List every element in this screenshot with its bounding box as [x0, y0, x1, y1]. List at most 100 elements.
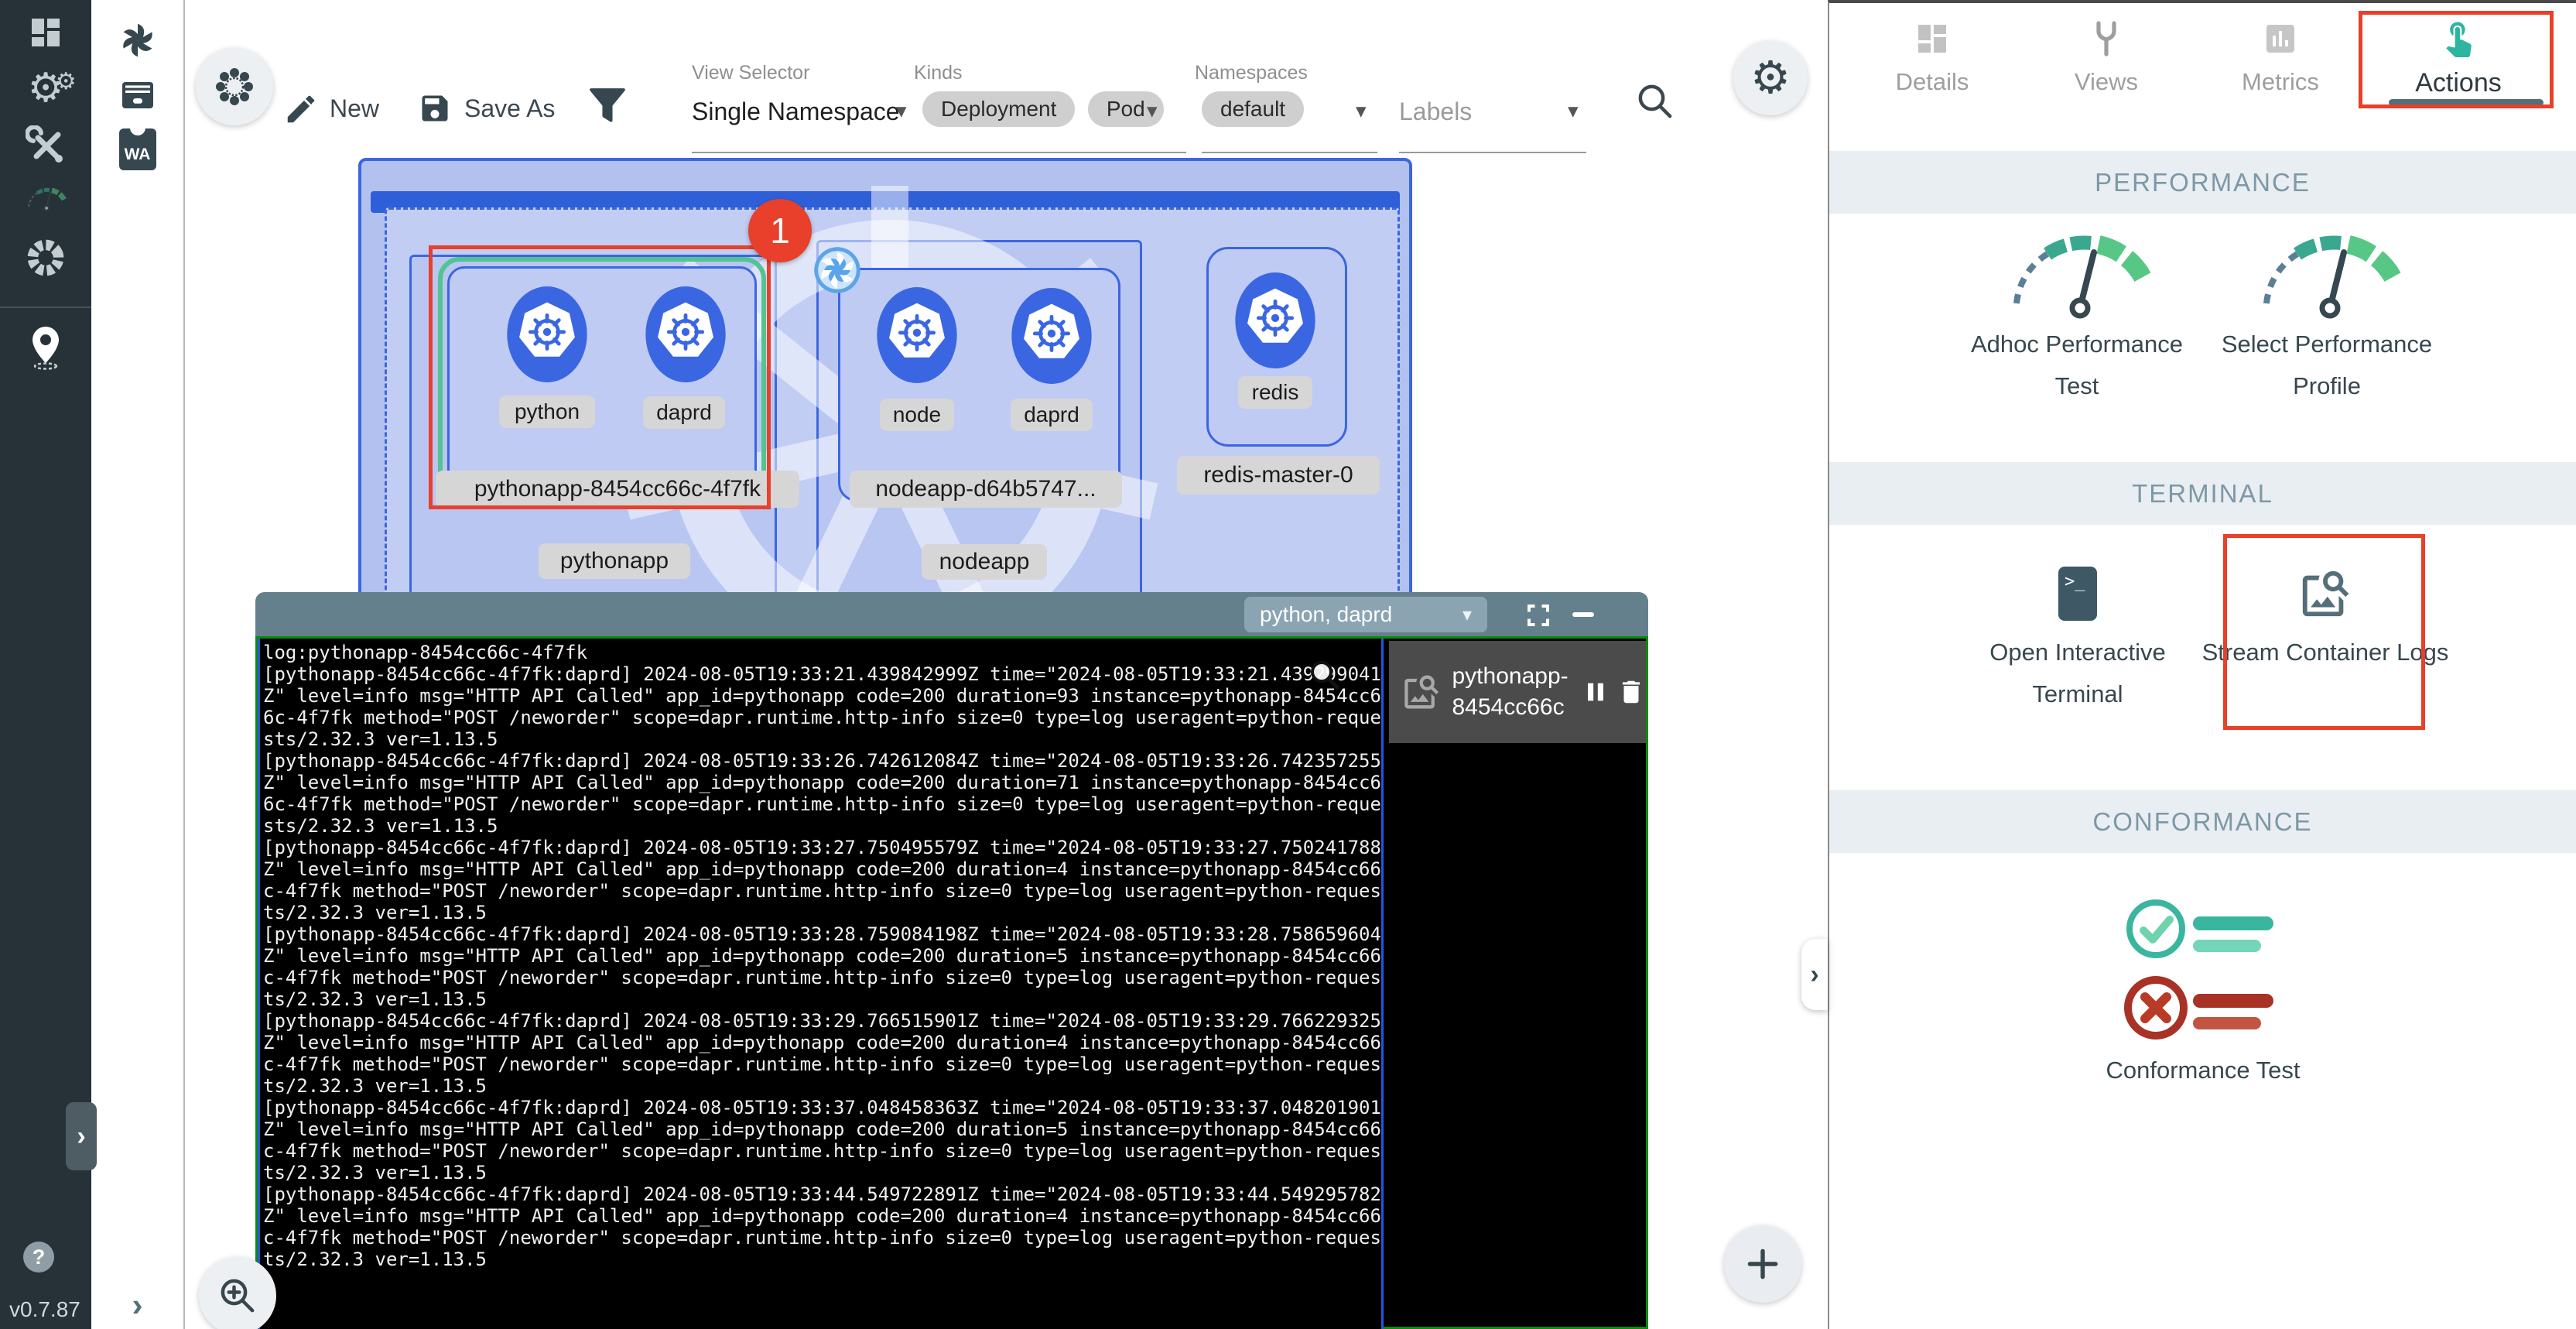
- namespaces-select[interactable]: default: [1202, 91, 1313, 127]
- save-as-label[interactable]: Save As: [464, 94, 555, 123]
- image-search-icon: [1401, 670, 1442, 714]
- labels-filter-placeholder[interactable]: Labels: [1399, 98, 1472, 126]
- terminal-prompt-icon: >_: [2065, 572, 2085, 621]
- container-daprd-icon[interactable]: [1011, 288, 1092, 384]
- tab-details[interactable]: Details: [1859, 20, 2006, 96]
- lifecycle-gears-icon[interactable]: ⚙⚙: [0, 68, 91, 108]
- panel-collapse-chevron[interactable]: ›: [1801, 939, 1828, 1010]
- open-interactive-terminal-label[interactable]: Open Interactive Terminal: [1950, 632, 2205, 715]
- namespaces-caret-icon[interactable]: ▾: [1356, 99, 1367, 123]
- help-question-icon: ?: [32, 1245, 46, 1269]
- minimize-icon[interactable]: [1572, 612, 1594, 617]
- snapshot-fab[interactable]: [196, 48, 273, 125]
- annotation-rect-3: [2223, 534, 2425, 730]
- section-header-terminal: TERMINAL: [1829, 462, 2576, 525]
- new-button-label[interactable]: New: [330, 94, 379, 123]
- view-selector-underline: [692, 152, 924, 153]
- log-entry: [pythonapp-8454cc66c-4f7fk:daprd] 2024-0…: [263, 1183, 1381, 1270]
- namespace-chip-default[interactable]: default: [1202, 91, 1304, 127]
- settings-fab[interactable]: ⚙: [1733, 41, 1808, 115]
- sidebar-divider: [0, 307, 91, 308]
- view-selector-value[interactable]: Single Namespace: [692, 98, 900, 126]
- add-fab[interactable]: [1724, 1225, 1801, 1303]
- app-version: v0.7.87: [9, 1297, 80, 1322]
- tab-label: Views: [2075, 68, 2138, 96]
- view-selector-label: View Selector: [692, 62, 809, 84]
- search-button[interactable]: [1634, 80, 1676, 126]
- container-selector-dropdown[interactable]: python, daprd ▾: [1244, 597, 1487, 632]
- session-name: pythonapp-8454cc66c: [1452, 661, 1572, 723]
- kinds-caret-icon[interactable]: ▾: [1147, 99, 1158, 123]
- views-branch-icon: [2088, 20, 2125, 57]
- zoom-cursor-icon: [1306, 656, 1343, 694]
- dashboard-icon[interactable]: [0, 14, 91, 51]
- container-redis-icon[interactable]: [1235, 272, 1315, 368]
- plus-icon: [1743, 1245, 1782, 1283]
- tab-metrics[interactable]: Metrics: [2207, 20, 2354, 96]
- sidebar-expand-chevron[interactable]: ›: [66, 1102, 97, 1170]
- search-icon: [1634, 80, 1676, 122]
- kinds-select[interactable]: Deployment Pod: [922, 91, 1173, 127]
- annotation-rect-1: [429, 245, 771, 509]
- kinds-underline: [922, 152, 1186, 153]
- kind-chip-deployment[interactable]: Deployment: [922, 91, 1075, 127]
- pause-icon[interactable]: [1582, 676, 1609, 707]
- archive-drawer-icon[interactable]: [91, 76, 183, 113]
- zoom-in-icon: [217, 1275, 258, 1317]
- pencil-icon: [283, 91, 319, 127]
- log-entry: [pythonapp-8454cc66c-4f7fk:daprd] 2024-0…: [263, 663, 1381, 750]
- adhoc-performance-test-label[interactable]: Adhoc Performance Test: [1952, 324, 2201, 407]
- conformance-test-button[interactable]: [2123, 898, 2286, 1057]
- chevron-right-icon: ›: [1810, 960, 1818, 990]
- select-performance-profile-button[interactable]: [2245, 226, 2409, 323]
- namespaces-label: Namespaces: [1195, 62, 1308, 84]
- details-panel: Details Views Metrics Actions PERFORMANC…: [1828, 0, 2576, 1329]
- wasm-extension-icon[interactable]: WA: [91, 128, 183, 170]
- filter-funnel-icon: [586, 84, 629, 128]
- container-selector-value: python, daprd: [1260, 602, 1392, 627]
- fullscreen-icon[interactable]: [1524, 601, 1552, 629]
- snapshot-flower-icon: [214, 67, 255, 107]
- view-selector-caret-icon[interactable]: ▾: [896, 99, 907, 123]
- container-label: redis: [1238, 376, 1312, 409]
- rail-expand-chevron[interactable]: ›: [91, 1286, 183, 1324]
- select-performance-profile-label[interactable]: Select Performance Profile: [2202, 324, 2451, 407]
- details-grid-icon: [1914, 20, 1951, 57]
- log-entry: [pythonapp-8454cc66c-4f7fk:daprd] 2024-0…: [263, 837, 1381, 923]
- log-session-item[interactable]: pythonapp-8454cc66c: [1389, 641, 1646, 743]
- container-label: node: [880, 399, 954, 431]
- kinds-label: Kinds: [914, 62, 963, 84]
- filter-button[interactable]: [586, 84, 629, 132]
- log-entry: [pythonapp-8454cc66c-4f7fk:daprd] 2024-0…: [263, 1010, 1381, 1097]
- help-button[interactable]: ?: [23, 1242, 54, 1272]
- section-header-conformance: CONFORMANCE: [1829, 790, 2576, 853]
- annotation-badge-1: 1: [748, 199, 812, 262]
- log-entry: [pythonapp-8454cc66c-4f7fk:daprd] 2024-0…: [263, 750, 1381, 837]
- open-interactive-terminal-button[interactable]: >_: [2058, 567, 2097, 621]
- labels-underline: [1399, 152, 1586, 153]
- deployment-label: nodeapp: [922, 544, 1047, 580]
- speedometer-icon: [2245, 226, 2409, 319]
- mesh-pie-icon[interactable]: [0, 237, 91, 279]
- zoom-in-fab[interactable]: [199, 1257, 276, 1329]
- namespaces-underline: [1202, 152, 1377, 153]
- terminal-header[interactable]: python, daprd ▾: [255, 592, 1648, 636]
- kanvas-pin-icon[interactable]: [0, 325, 91, 370]
- save-as-button[interactable]: [418, 91, 452, 129]
- session-controls: [1582, 676, 1646, 708]
- pinwheel-extension-icon[interactable]: [91, 19, 183, 62]
- adhoc-performance-test-button[interactable]: [1995, 226, 2159, 323]
- configuration-tools-icon[interactable]: [0, 125, 91, 166]
- metrics-barchart-icon: [2262, 20, 2299, 57]
- extensions-rail: WA ›: [91, 0, 185, 1329]
- tab-views[interactable]: Views: [2033, 20, 2180, 96]
- conformance-test-label[interactable]: Conformance Test: [2048, 1050, 2358, 1091]
- deployment-label: pythonapp: [539, 543, 690, 579]
- new-button[interactable]: [283, 91, 319, 131]
- labels-caret-icon[interactable]: ▾: [1568, 99, 1579, 123]
- container-node-icon[interactable]: [877, 287, 957, 383]
- sync-pinwheel-icon: [813, 246, 861, 294]
- log-pane[interactable]: log:pythonapp-8454cc66c-4f7fk [pythonapp…: [258, 639, 1384, 1329]
- trash-icon[interactable]: [1616, 676, 1646, 708]
- performance-speedometer-icon[interactable]: [0, 183, 91, 214]
